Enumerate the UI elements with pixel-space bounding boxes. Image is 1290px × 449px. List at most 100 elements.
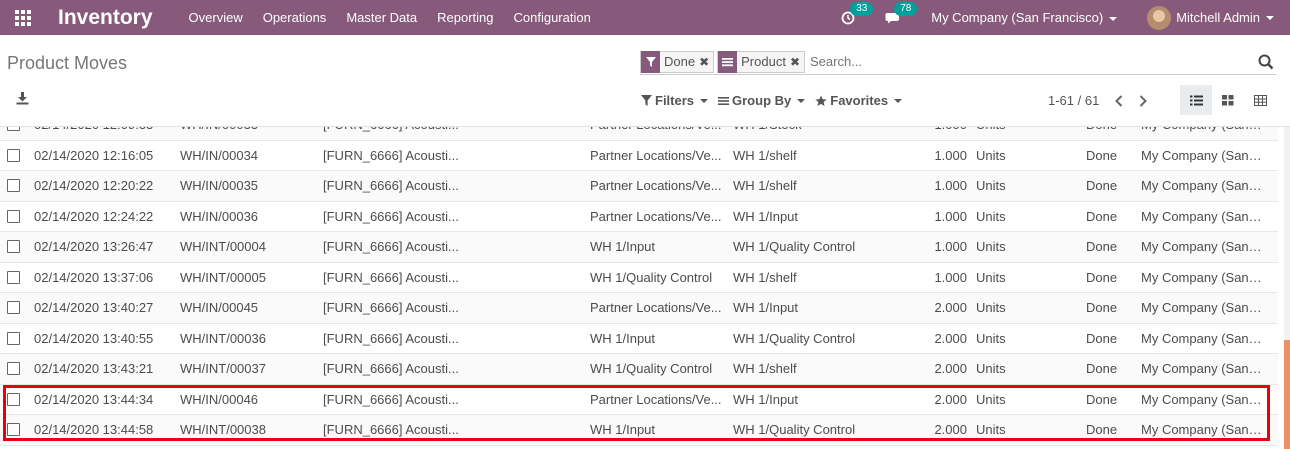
row-checkbox[interactable] [7,148,20,162]
cell-from: WH 1/Quality Control [590,361,713,376]
table-row[interactable]: 02/14/2020 12:16:05 WH/IN/00034 [FURN_66… [0,141,1278,171]
scrollbar-thumb[interactable] [1284,340,1290,449]
cell-status: Done [1086,178,1118,193]
cell-date: 02/14/2020 13:44:58 [34,422,154,437]
group-by-icon [718,50,738,73]
cell-product: [FURN_6666] Acousti... [323,239,459,254]
cell-product: [FURN_6666] Acousti... [323,361,459,376]
control-panel: Product Moves Done ✖ Product ✖ Search...… [0,35,1290,127]
table-row[interactable]: 02/14/2020 12:20:22 WH/IN/00035 [FURN_66… [0,171,1278,202]
row-checkbox[interactable] [7,127,20,131]
cell-status: Done [1086,330,1118,346]
row-checkbox[interactable] [7,301,20,314]
cell-date: 02/14/2020 13:43:21 [34,361,154,376]
table-row[interactable]: 02/14/2020 12:09:33 WH/IN/00033 [FURN_66… [0,127,1278,141]
row-checkbox[interactable] [7,179,20,192]
menu-operations[interactable]: Operations [263,10,327,25]
user-menu[interactable]: Mitchell Admin [1147,5,1274,30]
cell-uom: Units [976,208,1006,224]
company-switcher[interactable]: My Company (San Francisco) [931,10,1118,25]
cell-reference: WH/IN/00034 [180,147,259,163]
download-icon [16,92,29,105]
row-checkbox[interactable] [7,423,20,436]
pager-next-button[interactable] [1139,94,1148,107]
cell-to: WH 1/Stock [733,127,883,140]
cell-product: [FURN_6666] Acousti... [323,147,459,163]
menu-master-data[interactable]: Master Data [346,10,417,25]
cell-uom: Units [976,269,1006,285]
download-button[interactable] [16,92,29,108]
kanban-view-button[interactable] [1212,85,1244,115]
menu-reporting[interactable]: Reporting [437,10,493,25]
table-row[interactable]: 02/14/2020 13:40:27 WH/IN/00045 [FURN_66… [0,293,1278,324]
cell-reference: WH/INT/00005 [180,269,266,285]
cell-date: 02/14/2020 12:24:22 [34,208,154,224]
table-row[interactable]: 02/14/2020 13:43:21 WH/INT/00037 [FURN_6… [0,354,1278,385]
cell-from: WH 1/Input [590,422,656,437]
pager-value[interactable]: 1-61 / 61 [1048,93,1099,108]
cell-uom: Units [976,422,1006,437]
table-row[interactable]: 02/14/2020 12:24:22 WH/IN/00036 [FURN_66… [0,202,1278,232]
search-input[interactable] [810,54,1258,69]
page-title: Product Moves [7,53,128,73]
cell-quantity: 1.000 [880,127,967,140]
close-icon[interactable]: ✖ [790,55,804,69]
facet-label: Done [664,54,696,69]
cell-quantity: 2.000 [934,391,967,407]
table-row[interactable]: 02/14/2020 13:37:06 WH/INT/00005 [FURN_6… [0,263,1278,293]
row-checkbox[interactable] [7,392,20,406]
cell-status: Done [1086,391,1118,407]
favorites-dropdown[interactable]: Favorites [815,93,903,108]
cell-status: Done [1086,239,1118,254]
scrollbar[interactable] [1284,127,1290,449]
table-row[interactable]: 02/14/2020 13:44:34 WH/IN/00046 [FURN_66… [0,385,1278,415]
facet-groupby-product[interactable]: Product ✖ [717,50,806,73]
filter-icon [641,95,652,106]
chevron-down-icon [797,98,806,103]
pager-previous-button[interactable] [1115,94,1123,107]
filters-label: Filters [655,93,695,108]
cell-to: WH 1/Input [733,391,799,407]
cell-to: WH 1/Quality Control [733,239,856,254]
table-row[interactable]: 02/14/2020 13:40:55 WH/INT/00036 [FURN_6… [0,324,1278,354]
cell-to: WH 1/shelf [733,178,797,193]
cell-from: WH 1/Input [590,330,656,346]
apps-menu-icon[interactable] [0,0,46,35]
messages-button[interactable]: 78 [885,1,918,25]
app-title[interactable]: Inventory [58,6,153,30]
search-options: Filters Group By Favorites [641,93,912,108]
row-checkbox[interactable] [7,331,20,345]
activities-button[interactable]: 33 [841,1,874,25]
groupby-dropdown[interactable]: Group By [718,93,806,108]
list-view-button[interactable] [1180,85,1212,115]
cell-from: Partner Locations/Ve... [590,127,726,140]
facet-filter-done[interactable]: Done ✖ [640,50,715,73]
user-name: Mitchell Admin [1176,10,1260,25]
menu-overview[interactable]: Overview [189,10,243,25]
search-icon[interactable] [1258,54,1274,70]
pivot-view-button[interactable] [1244,85,1276,115]
cell-uom: Units [976,330,1006,346]
cell-quantity: 2.000 [934,361,967,376]
menu-configuration[interactable]: Configuration [514,10,591,25]
row-checkbox[interactable] [7,240,20,253]
cell-status: Done [1086,422,1118,437]
table-row[interactable]: 02/14/2020 13:44:58 WH/INT/00038 [FURN_6… [0,415,1278,446]
cell-reference: WH/INT/00038 [180,422,266,437]
cell-uom: Units [976,391,1006,407]
row-checkbox[interactable] [7,209,20,223]
cell-product: [FURN_6666] Acousti... [323,330,459,346]
chevron-down-icon [1109,16,1118,21]
search-bar[interactable]: Done ✖ Product ✖ [640,49,1276,75]
cell-company: My Company (San ... [1141,361,1263,376]
filters-dropdown[interactable]: Filters [641,93,709,108]
row-checkbox[interactable] [7,270,20,284]
cell-company: My Company (San ... [1141,127,1263,140]
cell-date: 02/14/2020 12:09:33 [34,127,174,140]
close-icon[interactable]: ✖ [699,55,713,69]
chevron-down-icon [1266,15,1274,20]
row-checkbox[interactable] [7,362,20,375]
chevron-right-icon [1140,94,1148,107]
cell-product: [FURN_6666] Acousti... [323,127,459,140]
table-row[interactable]: 02/14/2020 13:26:47 WH/INT/00004 [FURN_6… [0,232,1278,263]
